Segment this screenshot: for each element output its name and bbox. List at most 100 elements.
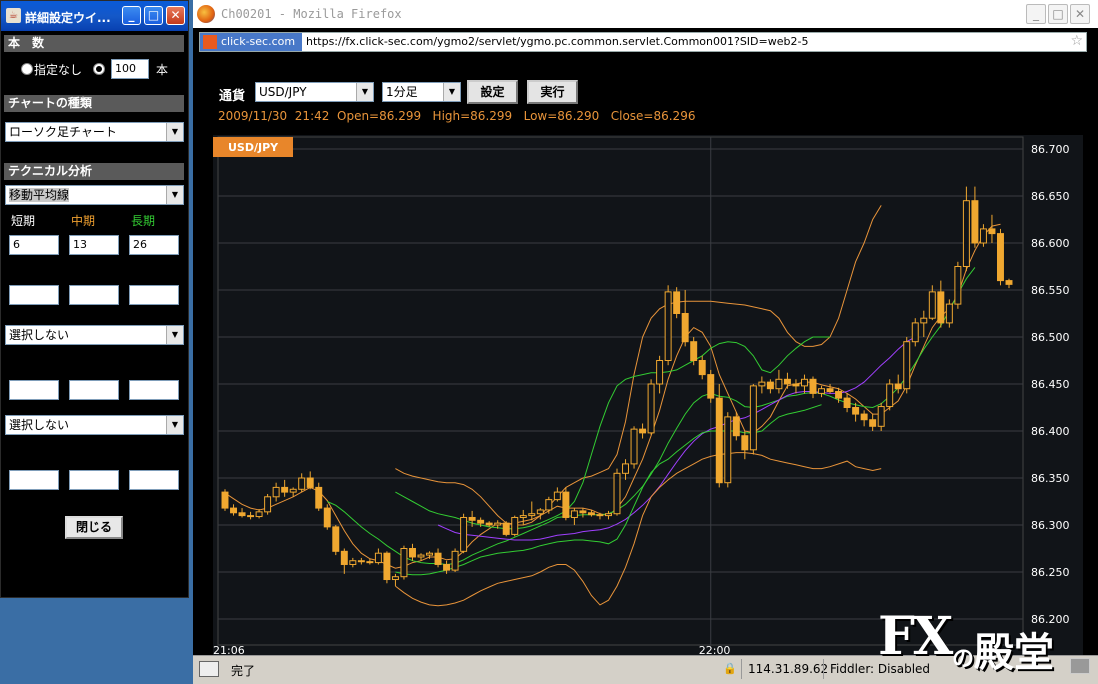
candle xyxy=(979,228,987,244)
candle xyxy=(417,554,425,558)
candle xyxy=(1005,280,1013,285)
long-term-input[interactable]: 26 xyxy=(129,235,179,255)
indicator2-select[interactable]: 選択しない ▼ xyxy=(5,325,184,345)
param-input-3[interactable] xyxy=(129,285,179,305)
period-select[interactable]: 1分足 ▼ xyxy=(382,82,461,102)
mid-term-label: 中期 xyxy=(71,214,96,228)
candle xyxy=(340,550,348,565)
y-tick-label: 86.300 xyxy=(1031,519,1070,532)
candle xyxy=(911,322,919,343)
y-tick-label: 86.450 xyxy=(1031,378,1070,391)
dialog-titlebar[interactable]: ☕ 詳細設定ウイ... _ □ ✕ xyxy=(1,1,188,31)
close-window-button[interactable]: ✕ xyxy=(1070,4,1090,24)
y-tick-label: 86.400 xyxy=(1031,425,1070,438)
candle xyxy=(383,552,391,581)
indicator3-input-2[interactable] xyxy=(69,470,119,490)
url-text[interactable]: https://fx.click-sec.com/ygmo2/servlet/y… xyxy=(306,35,808,48)
candle xyxy=(690,341,698,361)
firefox-titlebar[interactable]: Ch00201 - Mozilla Firefox _ □ ✕ xyxy=(193,0,1098,28)
mid-term-input[interactable]: 13 xyxy=(69,235,119,255)
candle xyxy=(673,291,681,315)
candle xyxy=(238,512,246,517)
candle xyxy=(613,472,621,515)
candle xyxy=(996,233,1004,282)
maximize-button[interactable]: □ xyxy=(144,6,163,25)
candle xyxy=(954,266,962,305)
site-label: click-sec.com xyxy=(221,35,296,48)
technical-select[interactable]: 移動平均線 ▼ xyxy=(5,185,184,205)
candle xyxy=(639,428,647,434)
short-term-label: 短期 xyxy=(11,214,36,228)
param-input-1[interactable] xyxy=(9,285,59,305)
candle xyxy=(349,560,357,565)
chevron-down-icon: ▼ xyxy=(443,83,460,101)
candle xyxy=(707,374,715,399)
radio-unspecified[interactable] xyxy=(21,63,33,75)
candle xyxy=(698,360,706,376)
status-text: 完了 xyxy=(231,664,256,678)
pair-tab-label: USD/JPY xyxy=(228,141,279,154)
watermark-fx: FX xyxy=(878,606,953,667)
candle xyxy=(545,499,553,511)
candle xyxy=(553,491,561,501)
fx-watermark-logo: FX の殿堂 xyxy=(878,606,1090,676)
candle xyxy=(366,561,374,564)
close-window-button[interactable]: ✕ xyxy=(166,6,185,25)
candle xyxy=(664,291,672,362)
close-button[interactable]: 閉じる xyxy=(65,516,123,539)
candle xyxy=(604,513,612,517)
candle xyxy=(408,548,416,558)
maximize-button[interactable]: □ xyxy=(1048,4,1068,24)
y-tick-label: 86.700 xyxy=(1031,143,1070,156)
firefox-window: Ch00201 - Mozilla Firefox _ □ ✕ click-se… xyxy=(193,0,1098,684)
minimize-button[interactable]: _ xyxy=(122,6,141,25)
candle xyxy=(783,378,791,385)
candle xyxy=(289,488,297,493)
set-button[interactable]: 設定 xyxy=(467,80,518,104)
candle xyxy=(468,516,476,521)
address-bar[interactable]: click-sec.com https://fx.click-sec.com/y… xyxy=(199,32,1087,52)
candle xyxy=(843,397,851,409)
candle xyxy=(272,486,280,498)
candlestick-chart[interactable]: 86.700 86.650 86.600 86.550 86.500 86.450 86.4… xyxy=(213,135,1083,655)
indicator2-input-2[interactable] xyxy=(69,380,119,400)
indicator3-select[interactable]: 選択しない ▼ xyxy=(5,415,184,435)
candle xyxy=(443,563,451,571)
page-status-icon xyxy=(199,661,219,677)
candle xyxy=(792,383,800,387)
candle xyxy=(221,491,229,509)
bookmark-star-icon[interactable]: ☆ xyxy=(1070,33,1083,49)
candle xyxy=(434,552,442,565)
chart-type-section-header: チャートの種類 xyxy=(4,95,184,112)
indicator3-input-3[interactable] xyxy=(129,470,179,490)
minimize-button[interactable]: _ xyxy=(1026,4,1046,24)
chart-type-select[interactable]: ローソク足チャート ▼ xyxy=(5,122,184,142)
candle xyxy=(937,291,945,324)
candle xyxy=(281,486,289,493)
candle xyxy=(494,522,502,526)
tray-icon xyxy=(1070,658,1090,674)
candle xyxy=(715,397,723,484)
run-button[interactable]: 実行 xyxy=(527,80,578,104)
candle xyxy=(451,550,459,571)
x-tick-label: 22:00 xyxy=(699,644,731,655)
param-input-2[interactable] xyxy=(69,285,119,305)
candle xyxy=(323,507,331,528)
short-term-input[interactable]: 6 xyxy=(9,235,59,255)
candle xyxy=(775,378,783,390)
currency-select[interactable]: USD/JPY ▼ xyxy=(255,82,374,102)
candle xyxy=(766,381,774,390)
candle xyxy=(536,509,544,515)
candle xyxy=(596,514,604,517)
candle xyxy=(528,513,536,517)
radio-count[interactable] xyxy=(93,63,105,75)
indicator2-input-3[interactable] xyxy=(129,380,179,400)
indicator2-input-1[interactable] xyxy=(9,380,59,400)
indicator3-input-1[interactable] xyxy=(9,470,59,490)
site-identity-button[interactable]: click-sec.com xyxy=(200,33,302,51)
y-tick-label: 86.350 xyxy=(1031,472,1070,485)
candle xyxy=(622,463,630,474)
candle xyxy=(852,407,860,415)
firefox-icon xyxy=(197,5,215,23)
count-input[interactable]: 100 xyxy=(111,59,149,79)
